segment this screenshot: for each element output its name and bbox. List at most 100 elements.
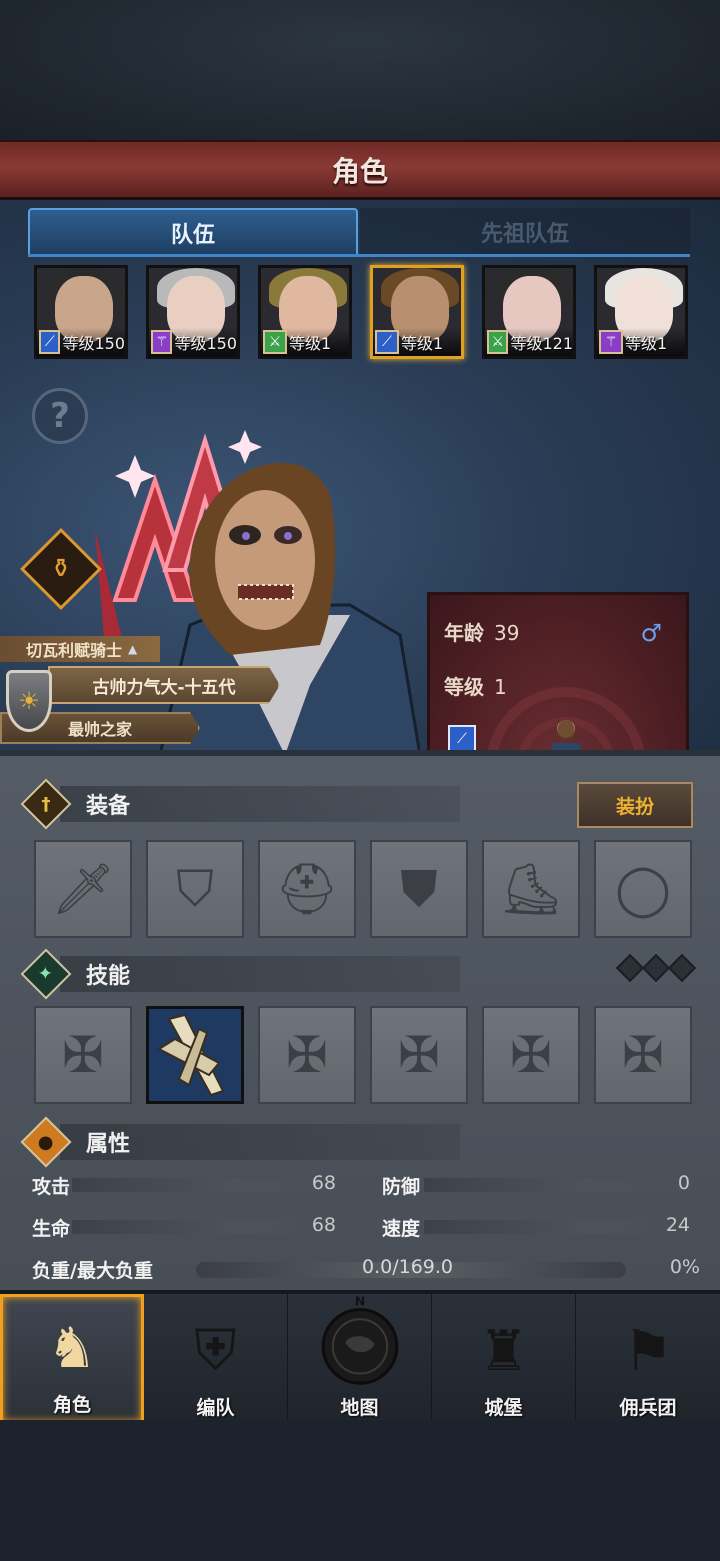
- nav-formation[interactable]: ⛨ 编队: [144, 1294, 288, 1424]
- bottom-nav: ♞ 角色 ⛨ 编队 N 地图 ♜ 城堡 ⚑ 佣兵团: [0, 1290, 720, 1424]
- speed-value: 24: [665, 1214, 690, 1236]
- character-area: 队伍 先祖队伍 ⟋ 等级150 ⚚ 等级150 ⚔ 等级1 ⟋ 等级1 ⚔ 等级121 ⚚ 等级1 ?…: [0, 200, 720, 932]
- level-row: 等级 1: [444, 671, 507, 700]
- equip-slot-weapon[interactable]: 🗡: [34, 840, 132, 938]
- crown-icon: ▲: [128, 642, 138, 656]
- equip-slot-boots[interactable]: ⛸: [482, 840, 580, 938]
- nav-mercenary[interactable]: ⚑ 佣兵团: [576, 1294, 720, 1424]
- attributes-title: 属性: [86, 1132, 131, 1157]
- weight-value: 0.0/169.0: [362, 1256, 454, 1278]
- staff-icon: ⚚: [151, 330, 173, 354]
- details-section: † 装备 装扮 🗡 ⛉ ⛑ ⛊ ⛸ ◯ ✦ 技能 ✠ ✠ ✠ ✠ ✠ ● 属性 …: [0, 750, 720, 1295]
- skill-point-icon: [641, 953, 671, 983]
- knight-icon: ♞: [46, 1315, 98, 1381]
- attack-value: 68: [311, 1172, 336, 1194]
- castle-icon: ♜: [478, 1318, 529, 1384]
- age-row: 年龄 39: [444, 617, 519, 646]
- portrait-level-row: ⚔ 等级121: [485, 328, 573, 356]
- team-member-portrait[interactable]: ⟋ 等级150: [34, 265, 128, 359]
- level-value: 1: [494, 675, 507, 699]
- defense-value: 0: [677, 1172, 690, 1194]
- equip-slot-ring[interactable]: ◯: [594, 840, 692, 938]
- equipment-title: 装备: [86, 794, 131, 819]
- ring-icon: ◯: [615, 860, 671, 918]
- equipment-header: † 装备: [20, 778, 131, 830]
- team-member-portrait[interactable]: ⚔ 等级1: [258, 265, 352, 359]
- portrait-level-row: ⚔ 等级1: [261, 328, 349, 356]
- dress-up-button[interactable]: 装扮: [577, 782, 693, 828]
- cross-icon: ✠: [398, 1026, 440, 1084]
- skill-points: [615, 953, 697, 983]
- portrait-level: 等级1: [625, 334, 668, 353]
- equip-slot-shield[interactable]: ⛉: [146, 840, 244, 938]
- team-member-portrait[interactable]: ⚔ 等级121: [482, 265, 576, 359]
- nav-castle[interactable]: ♜ 城堡: [432, 1294, 576, 1424]
- tab-team[interactable]: 队伍: [28, 208, 358, 256]
- character-name[interactable]: 古帅力气大-十五代: [48, 666, 280, 704]
- crossed-swords-icon: ⚔: [263, 330, 287, 354]
- shield-icon: ⛉: [176, 859, 214, 918]
- cross-icon: ✠: [286, 1026, 328, 1084]
- team-member-portrait[interactable]: ⚚ 等级150: [146, 265, 240, 359]
- team-member-portrait[interactable]: ⚚ 等级1: [594, 265, 688, 359]
- attributes-header: ● 属性: [20, 1116, 131, 1168]
- equip-slot-armor[interactable]: ⛊: [370, 840, 468, 938]
- compass-north: N: [354, 1294, 365, 1309]
- family-crest-icon[interactable]: ☀: [6, 670, 52, 732]
- tab-ancestor-team[interactable]: 先祖队伍: [360, 208, 690, 256]
- top-background: [0, 0, 720, 140]
- sword-icon: 🗡: [51, 859, 115, 918]
- portrait-level: 等级1: [401, 334, 444, 353]
- skill-slot-empty[interactable]: ✠: [594, 1006, 692, 1104]
- potion-icon: ⚱: [50, 553, 72, 584]
- crossed-swords-icon: ⚔: [487, 330, 509, 354]
- skills-title: 技能: [86, 964, 131, 989]
- hp-value: 68: [311, 1214, 336, 1236]
- weight-label: 负重/最大负重: [32, 1260, 153, 1282]
- nav-character[interactable]: ♞ 角色: [0, 1294, 144, 1424]
- team-member-portrait[interactable]: ⟋ 等级1: [370, 265, 464, 359]
- helmet-icon: ⛑: [275, 859, 339, 918]
- skills-header: ✦ 技能: [20, 948, 131, 1000]
- sword-class-icon: ⟋: [448, 725, 476, 753]
- skill-slot-empty[interactable]: ✠: [34, 1006, 132, 1104]
- hero-portrait: [158, 462, 420, 755]
- blades-skill-icon: [149, 1009, 241, 1101]
- portrait-level-row: ⚚ 等级1: [597, 328, 685, 356]
- skill-point-icon: [667, 953, 697, 983]
- skill-slot-blades[interactable]: [146, 1006, 244, 1104]
- speed-label: 速度: [382, 1218, 421, 1240]
- weight-percent: 0%: [669, 1256, 700, 1278]
- portrait-level: 等级150: [62, 334, 125, 353]
- hp-label: 生命: [32, 1218, 71, 1240]
- compass-map-icon: N: [321, 1294, 398, 1385]
- equip-slot-helmet[interactable]: ⛑: [258, 840, 356, 938]
- staff-icon: ⚚: [599, 330, 623, 354]
- nav-map-label: 地图: [340, 1397, 379, 1419]
- dagger-icon: †: [20, 778, 72, 830]
- mercenary-banner-icon: ⚑: [622, 1318, 674, 1384]
- skill-slot-empty[interactable]: ✠: [258, 1006, 356, 1104]
- person-icon: ●: [20, 1116, 72, 1168]
- skill-slot-empty[interactable]: ✠: [370, 1006, 468, 1104]
- cross-icon: ✠: [62, 1026, 104, 1084]
- sword-icon: ⟋: [39, 330, 61, 354]
- skill-point-icon: [615, 953, 645, 983]
- cross-icon: ✠: [622, 1026, 664, 1084]
- bottom-background: [0, 1420, 720, 1561]
- portrait-level: 等级121: [510, 334, 573, 353]
- male-icon: ♂: [640, 619, 662, 647]
- cross-icon: ✠: [510, 1026, 552, 1084]
- skill-slot-empty[interactable]: ✠: [482, 1006, 580, 1104]
- nav-map[interactable]: N 地图: [288, 1294, 432, 1424]
- portrait-level: 等级1: [289, 334, 332, 353]
- armor-icon: ⛊: [400, 859, 438, 918]
- nav-character-label: 角色: [52, 1394, 91, 1416]
- age-value: 39: [494, 621, 520, 645]
- boots-icon: ⛸: [499, 859, 563, 918]
- character-title: 切瓦利赋骑士 ▲: [0, 636, 160, 662]
- helmet-group-icon: ⛨: [194, 1318, 237, 1383]
- nav-formation-label: 编队: [196, 1397, 235, 1419]
- tab-underline: [28, 254, 690, 257]
- portrait-level-row: ⟋ 等级1: [373, 328, 461, 356]
